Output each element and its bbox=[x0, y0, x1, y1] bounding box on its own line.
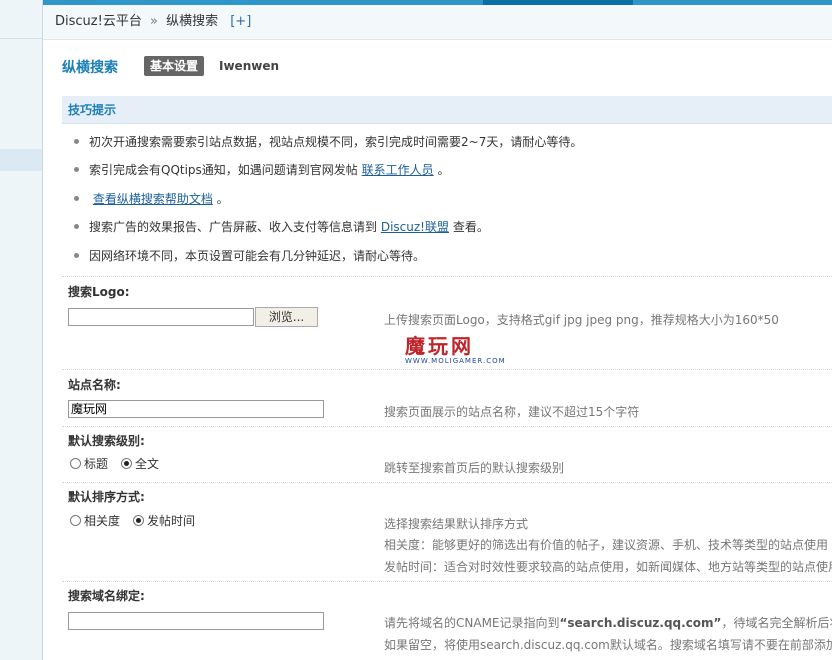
tip-item: 索引完成会有QQtips通知，如遇问题请到官网发帖 联系工作人员 。 bbox=[74, 161, 450, 178]
watermark-text: 魔玩网 bbox=[405, 334, 474, 358]
tip-item: 初次开通搜索需要索引站点数据，视站点规模不同，索引完成时间需要2~7天，请耐心等… bbox=[74, 133, 582, 150]
left-nav-divider bbox=[0, 38, 42, 39]
section-divider bbox=[62, 581, 832, 583]
contact-staff-link[interactable]: 联系工作人员 bbox=[362, 163, 434, 177]
breadcrumb-separator: » bbox=[149, 14, 158, 29]
site-name-hint: 搜索页面展示的站点名称，建议不超过15个字符 bbox=[384, 405, 640, 419]
discuz-union-link[interactable]: Discuz!联盟 bbox=[381, 220, 449, 234]
watermark-url: WWW.MOLIGAMER.COM bbox=[405, 357, 506, 365]
sort-order-label: 默认排序方式: bbox=[68, 490, 145, 504]
section-divider bbox=[62, 482, 832, 484]
domain-hint-post: ，待域名完全解析后将 bbox=[721, 616, 832, 630]
tips-title: 技巧提示 bbox=[62, 96, 832, 124]
sort-time-hint: 发帖时间：适合对时效性要求较高的站点使用，如新闻媒体、地方站等类型的站点使用 bbox=[384, 560, 832, 574]
tip-text-end: 。 bbox=[216, 192, 229, 206]
domain-label: 搜索域名绑定: bbox=[68, 589, 145, 603]
sort-relevance-hint: 相关度：能够更好的筛选出有价值的帖子，建议资源、手机、技术等类型的站点使用 bbox=[384, 538, 829, 552]
site-name-label: 站点名称: bbox=[68, 378, 121, 392]
logo-hint: 上传搜索页面Logo，支持格式gif jpg jpeg png，推荐规格大小为1… bbox=[384, 313, 779, 327]
tip-item: 查看纵横搜索帮助文档 。 bbox=[74, 190, 229, 207]
tip-item: 因网络环境不同，本页设置可能会有几分钟延迟，请耐心等待。 bbox=[74, 247, 425, 264]
tip-text: 索引完成会有QQtips通知，如遇问题请到官网发帖 bbox=[89, 163, 358, 177]
search-level-title-radio[interactable]: 标题 bbox=[70, 455, 108, 472]
sort-post-time-radio[interactable]: 发帖时间 bbox=[133, 512, 195, 529]
page-title: 纵横搜索 bbox=[62, 60, 118, 76]
tip-text-end: 。 bbox=[437, 163, 450, 177]
bullet-icon bbox=[74, 167, 79, 172]
radio-label: 全文 bbox=[135, 457, 160, 471]
domain-hint-pre: 请先将域名的CNAME记录指向到 bbox=[384, 616, 560, 630]
breadcrumb-current: 纵横搜索 bbox=[166, 14, 219, 29]
logo-file-input[interactable] bbox=[68, 308, 254, 326]
tip-text: 搜索广告的效果报告、广告屏蔽、收入支付等信息请到 bbox=[89, 220, 378, 234]
search-level-hint: 跳转至搜索首页后的默认搜索级别 bbox=[384, 461, 565, 475]
domain-hint-cname: “search.discuz.qq.com” bbox=[559, 616, 722, 630]
tip-text: 因网络环境不同，本页设置可能会有几分钟延迟，请耐心等待。 bbox=[89, 249, 426, 263]
radio-label: 相关度 bbox=[84, 514, 121, 528]
breadcrumb: Discuz!云平台 » 纵横搜索 [+] bbox=[43, 5, 832, 40]
bullet-icon bbox=[74, 139, 79, 144]
domain-hint: 请先将域名的CNAME记录指向到“search.discuz.qq.com”，待… bbox=[384, 614, 832, 631]
section-divider bbox=[62, 369, 832, 371]
left-nav-frame bbox=[0, 0, 43, 660]
sort-order-hint: 选择搜索结果默认排序方式 bbox=[384, 517, 529, 531]
radio-label: 发帖时间 bbox=[147, 514, 196, 528]
sort-relevance-radio[interactable]: 相关度 bbox=[70, 512, 120, 529]
tip-item: 搜索广告的效果报告、广告屏蔽、收入支付等信息请到 Discuz!联盟 查看。 bbox=[74, 218, 489, 235]
search-level-label: 默认搜索级别: bbox=[68, 434, 145, 448]
radio-off-icon bbox=[70, 515, 81, 526]
watermark-logo: 魔玩网 WWW.MOLIGAMER.COM bbox=[405, 330, 506, 365]
left-nav-selected-item[interactable] bbox=[0, 149, 42, 171]
tip-text: 初次开通搜索需要索引站点数据，视站点规模不同，索引完成时间需要2~7天，请耐心等… bbox=[89, 135, 583, 149]
breadcrumb-root[interactable]: Discuz!云平台 bbox=[55, 14, 142, 29]
section-divider bbox=[62, 276, 832, 278]
radio-on-icon bbox=[133, 515, 144, 526]
radio-off-icon bbox=[70, 458, 81, 469]
breadcrumb-add-button[interactable]: [+] bbox=[230, 14, 251, 29]
tip-text-end: 查看。 bbox=[452, 220, 489, 234]
domain-hint-default: 如果留空，将使用search.discuz.qq.com默认域名。搜索域名填写请… bbox=[384, 638, 832, 652]
browse-button[interactable]: 浏览... bbox=[255, 307, 318, 327]
bullet-icon bbox=[74, 196, 79, 201]
tab-basic-settings[interactable]: 基本设置 bbox=[144, 56, 205, 76]
search-level-fulltext-radio[interactable]: 全文 bbox=[121, 455, 159, 472]
domain-input[interactable] bbox=[68, 612, 324, 630]
help-doc-link[interactable]: 查看纵横搜索帮助文档 bbox=[93, 192, 213, 206]
site-name-input[interactable]: 魔玩网 bbox=[68, 400, 324, 418]
logo-label: 搜索Logo: bbox=[68, 285, 130, 299]
tab-iwenwen[interactable]: Iwenwen bbox=[219, 59, 279, 73]
bullet-icon bbox=[74, 253, 79, 258]
bullet-icon bbox=[74, 224, 79, 229]
radio-label: 标题 bbox=[84, 457, 109, 471]
radio-on-icon bbox=[121, 458, 132, 469]
section-divider bbox=[62, 426, 832, 428]
